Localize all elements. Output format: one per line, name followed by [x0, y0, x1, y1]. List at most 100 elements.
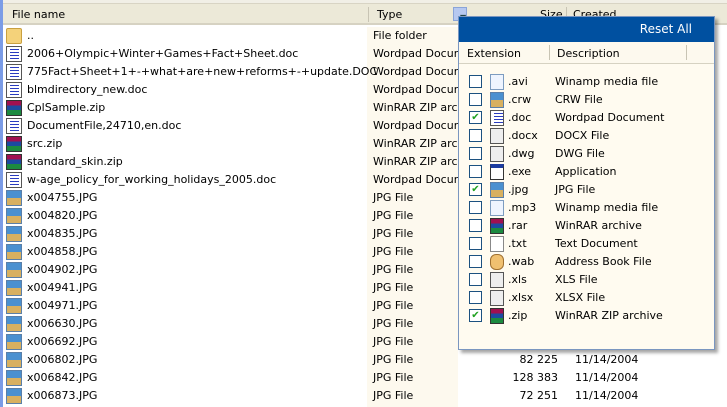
- file-name: x006630.JPG: [27, 317, 98, 330]
- file-name: standard_skin.zip: [27, 155, 123, 168]
- jpg-file-icon: [6, 280, 22, 296]
- filter-checkbox[interactable]: [469, 129, 482, 142]
- filter-item[interactable]: .xls XLS File: [459, 271, 714, 289]
- filter-extension: .mp3: [508, 201, 537, 214]
- filter-extension: .rar: [508, 219, 528, 232]
- doc-file-icon: [6, 64, 22, 80]
- file-type: JPG File: [373, 353, 414, 366]
- file-name: x006692.JPG: [27, 335, 98, 348]
- file-type: JPG File: [373, 335, 414, 348]
- file-size: 128 383: [512, 371, 559, 384]
- file-name: x004971.JPG: [27, 299, 98, 312]
- extension-filter-popup: Reset All Extension Description .avi Win…: [458, 16, 715, 350]
- filter-item[interactable]: ✔ .doc Wordpad Document: [459, 109, 714, 127]
- jpg-file-icon: [6, 370, 22, 386]
- column-header-type[interactable]: Type: [377, 8, 402, 21]
- filter-item[interactable]: ✔ .zip WinRAR ZIP archive: [459, 307, 714, 325]
- file-type: WinRAR ZIP arc..: [373, 137, 465, 150]
- filter-extension: .xlsx: [508, 291, 534, 304]
- wab-file-icon: [490, 254, 504, 270]
- file-type: JPG File: [373, 317, 414, 330]
- file-row[interactable]: x006842.JPG JPG File 128 383 11/14/2004: [3, 369, 727, 387]
- filter-item[interactable]: ✔ .jpg JPG File: [459, 181, 714, 199]
- snd-file-icon: [490, 74, 504, 90]
- column-separator[interactable]: [368, 7, 369, 22]
- filter-checkbox[interactable]: ✔: [469, 309, 482, 322]
- file-type: JPG File: [373, 389, 414, 402]
- filter-item[interactable]: .crw CRW File: [459, 91, 714, 109]
- file-type: JPG File: [373, 227, 414, 240]
- file-type: Wordpad Docum.: [373, 83, 468, 96]
- filter-checkbox[interactable]: ✔: [469, 183, 482, 196]
- filter-item[interactable]: .docx DOCX File: [459, 127, 714, 145]
- filter-description: WinRAR ZIP archive: [555, 309, 663, 322]
- filter-item[interactable]: .mp3 Winamp media file: [459, 199, 714, 217]
- file-name: ..: [27, 29, 34, 42]
- filter-description: Application: [555, 165, 617, 178]
- column-separator[interactable]: [549, 45, 550, 60]
- popup-title-bar: Reset All: [459, 17, 714, 42]
- filter-checkbox[interactable]: [469, 75, 482, 88]
- filter-description: Wordpad Document: [555, 111, 665, 124]
- filter-checkbox[interactable]: [469, 291, 482, 304]
- doc-file-icon: [6, 46, 22, 62]
- app-file-icon: [490, 164, 504, 180]
- column-header-name[interactable]: File name: [12, 8, 65, 21]
- filter-checkbox[interactable]: [469, 237, 482, 250]
- column-header-extension[interactable]: Extension: [467, 47, 521, 60]
- file-name: blmdirectory_new.doc: [27, 83, 148, 96]
- filter-checkbox[interactable]: [469, 273, 482, 286]
- filter-item[interactable]: .avi Winamp media file: [459, 73, 714, 91]
- filter-item[interactable]: .dwg DWG File: [459, 145, 714, 163]
- filter-extension: .docx: [508, 129, 538, 142]
- file-name: x004902.JPG: [27, 263, 98, 276]
- file-row[interactable]: x006802.JPG JPG File 82 225 11/14/2004: [3, 351, 727, 369]
- file-type: Wordpad Docum.: [373, 119, 468, 132]
- filter-item[interactable]: .wab Address Book File: [459, 253, 714, 271]
- jpg-file-icon: [6, 190, 22, 206]
- jpg-file-icon: [6, 208, 22, 224]
- file-name: x006873.JPG: [27, 389, 98, 402]
- file-name: src.zip: [27, 137, 63, 150]
- zip-file-icon: [6, 154, 22, 170]
- filter-checkbox[interactable]: [469, 219, 482, 232]
- filter-item[interactable]: .rar WinRAR archive: [459, 217, 714, 235]
- filter-item[interactable]: .exe Application: [459, 163, 714, 181]
- xl-file-icon: [490, 290, 504, 306]
- filter-item[interactable]: .xlsx XLSX File: [459, 289, 714, 307]
- file-type: JPG File: [373, 245, 414, 258]
- filter-description: Text Document: [555, 237, 638, 250]
- filter-item[interactable]: .txt Text Document: [459, 235, 714, 253]
- file-name: x004858.JPG: [27, 245, 98, 258]
- filter-checkbox[interactable]: [469, 201, 482, 214]
- file-type: JPG File: [373, 263, 414, 276]
- file-type: WinRAR ZIP arc..: [373, 155, 465, 168]
- filter-extension: .crw: [508, 93, 532, 106]
- popup-header: Extension Description: [459, 42, 714, 64]
- filter-description: XLS File: [555, 273, 598, 286]
- file-type: JPG File: [373, 209, 414, 222]
- folder-file-icon: [6, 28, 22, 44]
- jpg-file-icon: [6, 388, 22, 404]
- filter-checkbox[interactable]: [469, 147, 482, 160]
- file-created: 11/14/2004: [575, 389, 639, 402]
- zip-file-icon: [6, 100, 22, 116]
- filter-checkbox[interactable]: [469, 255, 482, 268]
- jpg-file-icon: [6, 226, 22, 242]
- jpg-file-icon: [6, 244, 22, 260]
- file-row[interactable]: x006873.JPG JPG File 72 251 11/14/2004: [3, 387, 727, 405]
- file-created: 11/14/2004: [575, 371, 639, 384]
- filter-checkbox[interactable]: [469, 93, 482, 106]
- column-header-description[interactable]: Description: [557, 47, 620, 60]
- file-name: 2006+Olympic+Winter+Games+Fact+Sheet.doc: [27, 47, 299, 60]
- filter-checkbox[interactable]: [469, 165, 482, 178]
- jpg-file-icon: [6, 334, 22, 350]
- reset-all-button[interactable]: Reset All: [640, 22, 692, 36]
- xl-file-icon: [490, 146, 504, 162]
- filter-checkbox[interactable]: ✔: [469, 111, 482, 124]
- file-name: w-age_policy_for_working_holidays_2005.d…: [27, 173, 277, 186]
- snd-file-icon: [490, 200, 504, 216]
- column-separator[interactable]: [686, 45, 687, 60]
- filter-description: JPG File: [555, 183, 596, 196]
- jpg-file-icon: [6, 298, 22, 314]
